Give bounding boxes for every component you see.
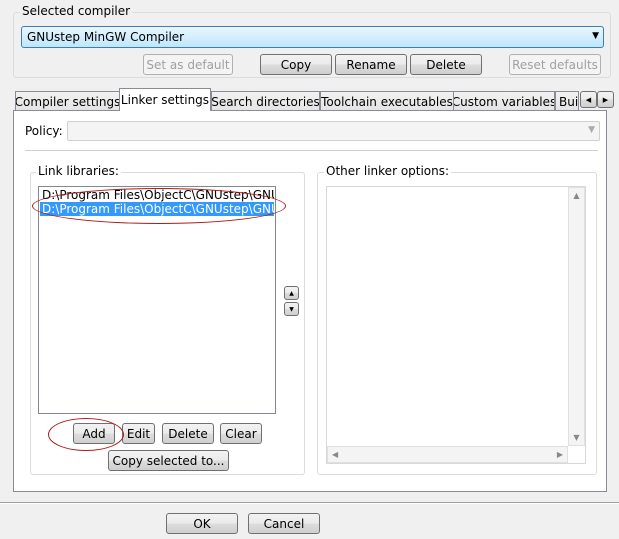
tab-scroll-left-button[interactable]: ◀ bbox=[580, 91, 597, 108]
footer-separator bbox=[0, 502, 619, 504]
cancel-button[interactable]: Cancel bbox=[248, 513, 320, 534]
link-libraries-label: Link libraries: bbox=[36, 164, 121, 178]
list-item[interactable]: D:\Program Files\ObjectC\GNUstep\GNUstep… bbox=[40, 188, 274, 202]
horizontal-scrollbar[interactable]: ◀ ▶ bbox=[327, 446, 568, 463]
link-libraries-list[interactable]: D:\Program Files\ObjectC\GNUstep\GNUstep… bbox=[38, 186, 276, 414]
add-library-button[interactable]: Add bbox=[73, 423, 115, 444]
copy-selected-to-button[interactable]: Copy selected to... bbox=[108, 450, 229, 471]
arrow-down-icon: ▼ bbox=[573, 433, 580, 442]
arrow-right-icon: ▶ bbox=[556, 450, 563, 459]
arrow-left-icon: ◀ bbox=[585, 95, 592, 104]
tab-toolchain-executables[interactable]: Toolchain executables bbox=[320, 91, 454, 111]
move-down-button[interactable]: ▼ bbox=[284, 302, 299, 316]
reset-defaults-button[interactable]: Reset defaults bbox=[509, 54, 601, 75]
compiler-dropdown-value: GNUstep MinGW Compiler bbox=[27, 30, 185, 44]
tab-search-directories[interactable]: Search directories bbox=[211, 91, 320, 111]
compiler-dropdown[interactable]: GNUstep MinGW Compiler ▼ bbox=[21, 26, 604, 48]
chevron-down-icon: ▼ bbox=[592, 31, 599, 41]
tab-build[interactable]: Bui bbox=[555, 91, 579, 111]
separator bbox=[25, 150, 598, 151]
policy-dropdown[interactable]: ▼ bbox=[67, 121, 600, 141]
tab-custom-variables[interactable]: Custom variables bbox=[453, 91, 555, 111]
copy-button[interactable]: Copy bbox=[260, 54, 332, 75]
list-item[interactable]: D:\Program Files\ObjectC\GNUstep\GNUstep… bbox=[40, 202, 274, 216]
selected-compiler-label: Selected compiler bbox=[20, 4, 133, 18]
tab-linker-settings[interactable]: Linker settings bbox=[119, 88, 211, 111]
arrow-up-icon: ▲ bbox=[289, 289, 294, 297]
arrow-down-icon: ▼ bbox=[289, 305, 294, 313]
chevron-down-icon: ▼ bbox=[588, 125, 595, 135]
arrow-up-icon: ▲ bbox=[573, 191, 580, 200]
set-as-default-button[interactable]: Set as default bbox=[143, 54, 233, 75]
edit-library-button[interactable]: Edit bbox=[122, 423, 155, 444]
arrow-left-icon: ◀ bbox=[332, 450, 339, 459]
other-linker-options-label: Other linker options: bbox=[324, 164, 452, 178]
other-linker-options-textarea[interactable]: ▲ ▼ ◀ ▶ bbox=[326, 186, 586, 464]
tab-scroll-right-button[interactable]: ▶ bbox=[597, 91, 614, 108]
rename-button[interactable]: Rename bbox=[335, 54, 407, 75]
clear-libraries-button[interactable]: Clear bbox=[220, 423, 262, 444]
tab-compiler-settings[interactable]: Compiler settings bbox=[15, 91, 120, 111]
vertical-scrollbar[interactable]: ▲ ▼ bbox=[568, 187, 585, 446]
delete-library-button[interactable]: Delete bbox=[162, 423, 214, 444]
move-up-button[interactable]: ▲ bbox=[284, 286, 299, 300]
policy-label: Policy: bbox=[25, 124, 63, 138]
delete-compiler-button[interactable]: Delete bbox=[410, 54, 482, 75]
arrow-right-icon: ▶ bbox=[602, 95, 609, 104]
ok-button[interactable]: OK bbox=[166, 513, 238, 534]
